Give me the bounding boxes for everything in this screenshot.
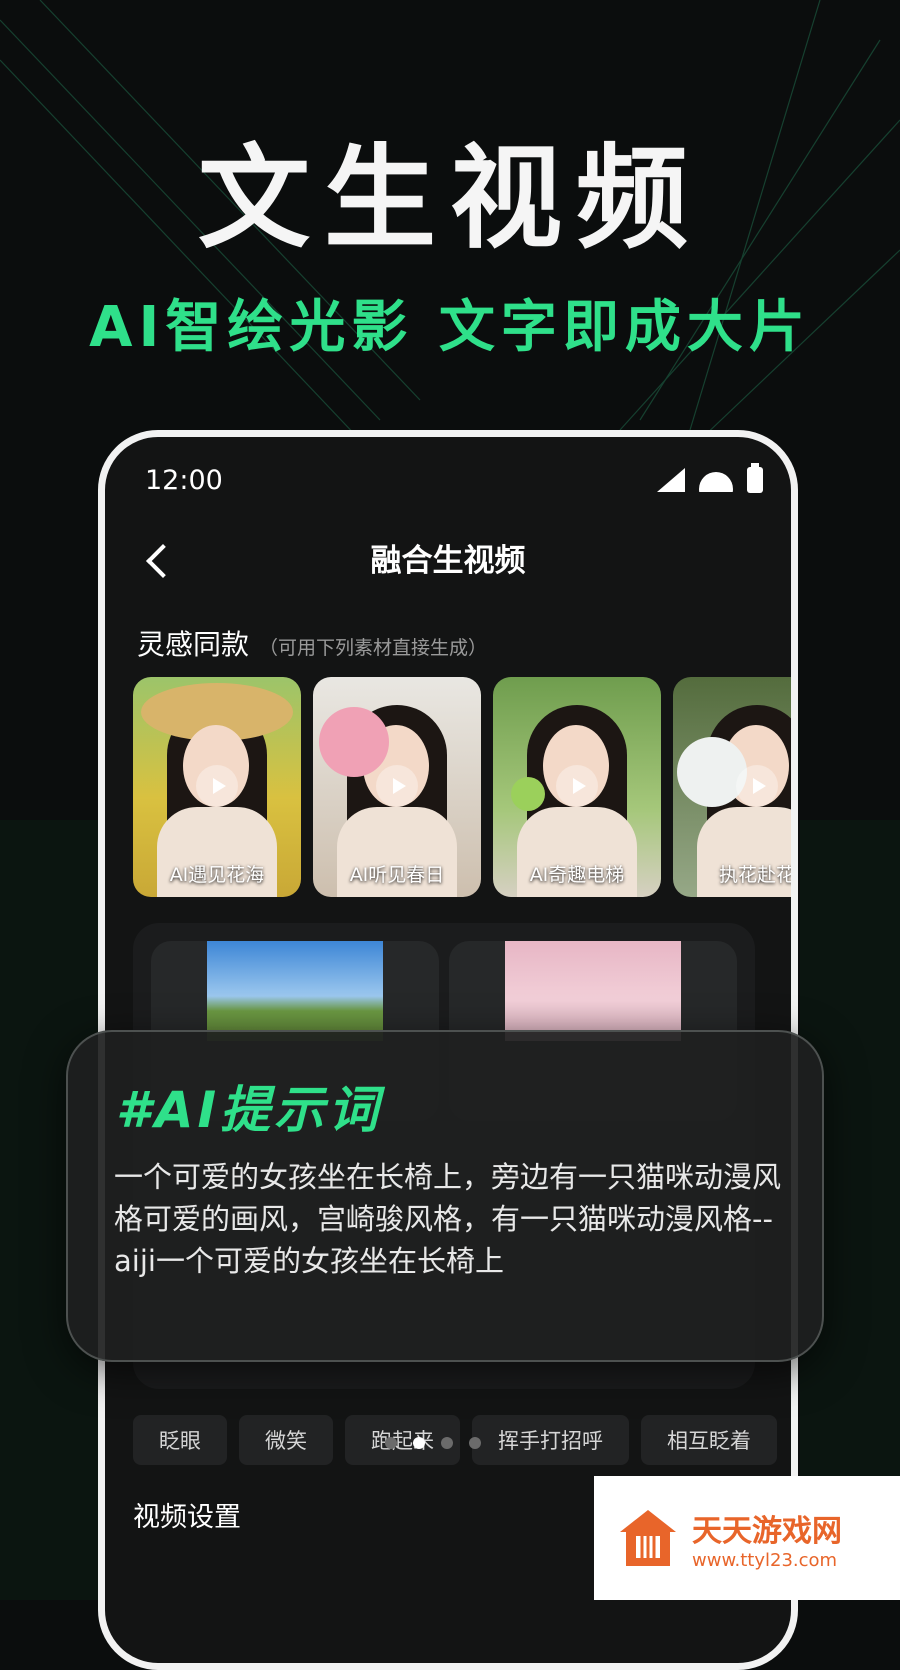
signal-icon bbox=[657, 468, 685, 492]
action-tag[interactable]: 微笑 bbox=[239, 1415, 333, 1465]
action-tag[interactable]: 挥手打招呼 bbox=[472, 1415, 629, 1465]
blossom-portrait-image bbox=[505, 941, 681, 1041]
watermark-url: www.ttyl23.com bbox=[692, 1549, 838, 1571]
template-card[interactable]: AI遇见花海 bbox=[133, 677, 301, 897]
inspiration-hint: （可用下列素材直接生成） bbox=[259, 637, 488, 659]
inspiration-title: 灵感同款 bbox=[137, 628, 250, 661]
inspiration-cards: AI遇见花海 AI听见春日 AI奇趣电梯 执花赴花 bbox=[133, 677, 795, 897]
prompt-card: #AI提示词 一个可爱的女孩坐在长椅上，旁边有一只猫咪动漫风格可爱的画风，宫崎骏… bbox=[66, 1030, 824, 1362]
apple-image bbox=[511, 777, 545, 811]
carousel-dots bbox=[385, 1437, 481, 1449]
action-tag[interactable]: 眨眼 bbox=[133, 1415, 227, 1465]
carousel-dot[interactable] bbox=[469, 1437, 481, 1449]
hero-subtitle: AI智绘光影 文字即成大片 bbox=[89, 295, 811, 360]
prompt-title: #AI提示词 bbox=[116, 1081, 383, 1139]
status-icons bbox=[657, 463, 763, 493]
play-icon[interactable] bbox=[556, 765, 598, 807]
battery-icon bbox=[747, 463, 763, 493]
status-time: 12:00 bbox=[145, 465, 223, 496]
card-label: AI听见春日 bbox=[349, 864, 445, 886]
wifi-icon bbox=[699, 468, 733, 492]
template-card[interactable]: 执花赴花 bbox=[673, 677, 795, 897]
play-icon[interactable] bbox=[196, 765, 238, 807]
landscape-image bbox=[207, 941, 383, 1041]
carousel-dot[interactable] bbox=[441, 1437, 453, 1449]
watermark-text: 天天游戏网 www.ttyl23.com bbox=[692, 1506, 842, 1571]
play-icon[interactable] bbox=[736, 765, 778, 807]
video-settings-heading: 视频设置 bbox=[133, 1502, 241, 1533]
watermark: 天天游戏网 www.ttyl23.com bbox=[594, 1476, 900, 1600]
hand-fan-image bbox=[677, 737, 747, 807]
inspiration-heading: 灵感同款 （可用下列素材直接生成） bbox=[137, 623, 487, 663]
play-icon[interactable] bbox=[376, 765, 418, 807]
flower-bouquet-image bbox=[319, 707, 389, 777]
template-card[interactable]: AI奇趣电梯 bbox=[493, 677, 661, 897]
action-tag[interactable]: 相互眨着 bbox=[641, 1415, 777, 1465]
template-card[interactable]: AI听见春日 bbox=[313, 677, 481, 897]
prompt-text: 一个可爱的女孩坐在长椅上，旁边有一只猫咪动漫风格可爱的画风，宫崎骏风格，有一只猫… bbox=[114, 1160, 782, 1278]
hero-title: 文生视频 bbox=[198, 134, 702, 264]
page-title: 融合生视频 bbox=[370, 543, 526, 579]
card-label: AI遇见花海 bbox=[169, 864, 265, 886]
card-label: AI奇趣电梯 bbox=[529, 864, 625, 886]
carousel-dot[interactable] bbox=[385, 1437, 397, 1449]
carousel-dot-active[interactable] bbox=[413, 1437, 425, 1449]
watermark-name: 天天游戏网 bbox=[692, 1513, 842, 1549]
house-logo-icon bbox=[620, 1510, 676, 1566]
card-label: 执花赴花 bbox=[718, 864, 795, 886]
